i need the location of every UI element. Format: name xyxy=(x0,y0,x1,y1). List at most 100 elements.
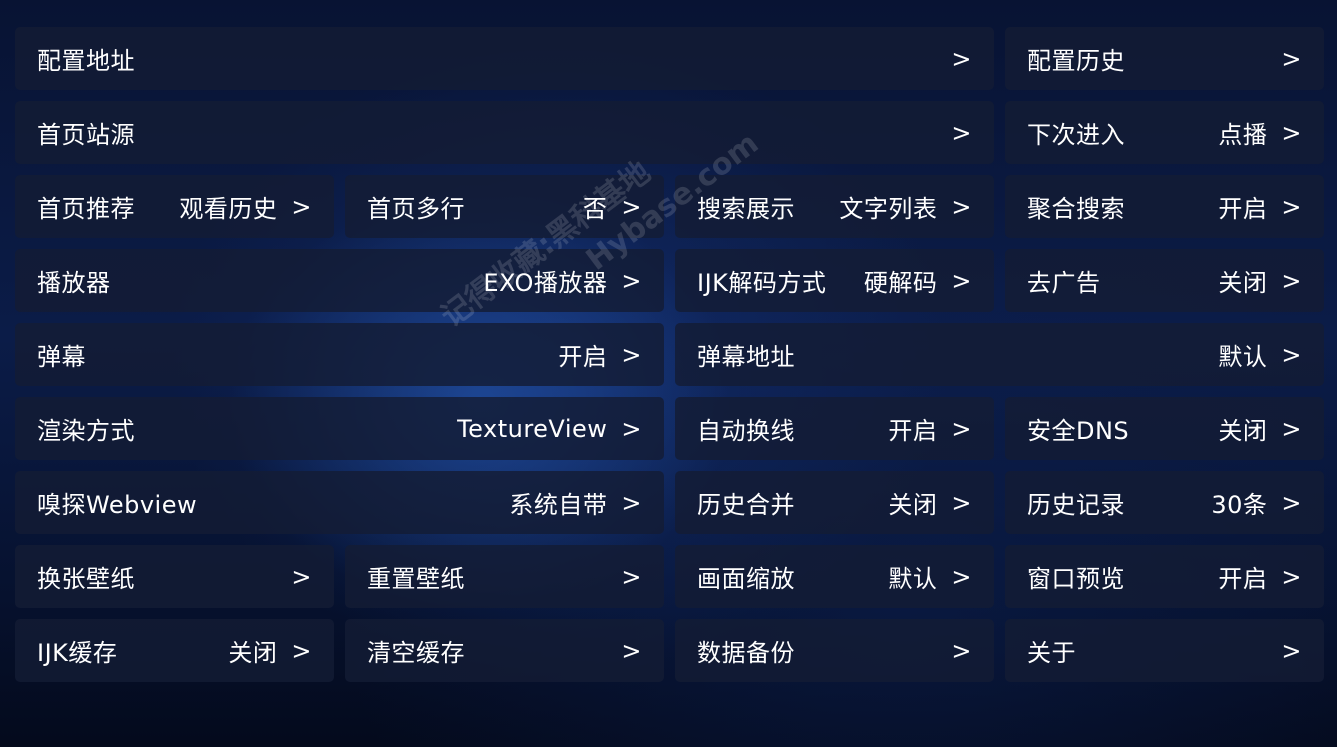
setting-reset-wallpaper[interactable]: 重置壁纸 > xyxy=(345,545,664,608)
setting-value: 默认 xyxy=(888,565,938,593)
setting-label: IJK解码方式 xyxy=(697,269,827,297)
setting-label: 播放器 xyxy=(37,269,111,297)
setting-value: 关闭 xyxy=(1218,269,1268,297)
setting-label: 聚合搜索 xyxy=(1027,195,1125,223)
setting-label: 下次进入 xyxy=(1027,121,1125,149)
setting-value: TextureView xyxy=(457,414,608,443)
setting-label: 安全DNS xyxy=(1027,417,1130,445)
setting-label: 渲染方式 xyxy=(37,417,135,445)
setting-value: 开启 xyxy=(888,417,938,445)
chevron-right-icon: > xyxy=(621,562,642,591)
chevron-right-icon: > xyxy=(951,636,972,665)
setting-value: 否 xyxy=(582,195,608,223)
setting-history-merge[interactable]: 历史合并 关闭 > xyxy=(675,471,994,534)
setting-label: 换张壁纸 xyxy=(37,565,135,593)
setting-label: 配置地址 xyxy=(37,47,135,75)
setting-value: 开启 xyxy=(558,343,608,371)
setting-label: 清空缓存 xyxy=(367,639,465,667)
setting-auto-switch-line[interactable]: 自动换线 开启 > xyxy=(675,397,994,460)
setting-label: 去广告 xyxy=(1027,269,1101,297)
chevron-right-icon: > xyxy=(1281,636,1302,665)
setting-value: 默认 xyxy=(1218,343,1268,371)
setting-label: 弹幕地址 xyxy=(697,343,795,371)
setting-change-wallpaper[interactable]: 换张壁纸 > xyxy=(15,545,334,608)
setting-label: 搜索展示 xyxy=(697,195,795,223)
setting-value: 系统自带 xyxy=(509,491,608,519)
setting-value: 关闭 xyxy=(1218,417,1268,445)
setting-home-recommend[interactable]: 首页推荐 观看历史 > xyxy=(15,175,334,238)
chevron-right-icon: > xyxy=(621,340,642,369)
setting-value: EXO播放器 xyxy=(483,269,608,297)
chevron-right-icon: > xyxy=(951,44,972,73)
setting-aggregate-search[interactable]: 聚合搜索 开启 > xyxy=(1005,175,1324,238)
setting-label: 历史记录 xyxy=(1027,491,1125,519)
setting-value: 关闭 xyxy=(228,639,278,667)
setting-danmaku-address[interactable]: 弹幕地址 默认 > xyxy=(675,323,1324,386)
chevron-right-icon: > xyxy=(621,488,642,517)
setting-label: 首页多行 xyxy=(367,195,465,223)
setting-next-entry[interactable]: 下次进入 点播 > xyxy=(1005,101,1324,164)
setting-about[interactable]: 关于 > xyxy=(1005,619,1324,682)
setting-value: 开启 xyxy=(1218,565,1268,593)
chevron-right-icon: > xyxy=(951,414,972,443)
setting-history-records[interactable]: 历史记录 30条 > xyxy=(1005,471,1324,534)
chevron-right-icon: > xyxy=(1281,118,1302,147)
chevron-right-icon: > xyxy=(1281,340,1302,369)
setting-clear-cache[interactable]: 清空缓存 > xyxy=(345,619,664,682)
setting-player[interactable]: 播放器 EXO播放器 > xyxy=(15,249,664,312)
setting-ad-block[interactable]: 去广告 关闭 > xyxy=(1005,249,1324,312)
setting-value: 开启 xyxy=(1218,195,1268,223)
setting-label: 嗅探Webview xyxy=(37,491,198,519)
setting-home-source[interactable]: 首页站源 > xyxy=(15,101,994,164)
setting-label: 数据备份 xyxy=(697,639,795,667)
chevron-right-icon: > xyxy=(291,562,312,591)
setting-value: 30条 xyxy=(1211,491,1268,519)
setting-label: IJK缓存 xyxy=(37,639,118,667)
chevron-right-icon: > xyxy=(1281,44,1302,73)
setting-window-preview[interactable]: 窗口预览 开启 > xyxy=(1005,545,1324,608)
chevron-right-icon: > xyxy=(291,636,312,665)
setting-label: 首页推荐 xyxy=(37,195,135,223)
setting-value: 观看历史 xyxy=(179,195,278,223)
setting-screen-scale[interactable]: 画面缩放 默认 > xyxy=(675,545,994,608)
chevron-right-icon: > xyxy=(621,636,642,665)
chevron-right-icon: > xyxy=(1281,562,1302,591)
setting-label: 历史合并 xyxy=(697,491,795,519)
setting-render-mode[interactable]: 渲染方式 TextureView > xyxy=(15,397,664,460)
setting-danmaku[interactable]: 弹幕 开启 > xyxy=(15,323,664,386)
setting-home-multirow[interactable]: 首页多行 否 > xyxy=(345,175,664,238)
setting-data-backup[interactable]: 数据备份 > xyxy=(675,619,994,682)
setting-value: 点播 xyxy=(1218,121,1268,149)
setting-label: 重置壁纸 xyxy=(367,565,465,593)
setting-label: 画面缩放 xyxy=(697,565,795,593)
chevron-right-icon: > xyxy=(1281,192,1302,221)
setting-ijk-cache[interactable]: IJK缓存 关闭 > xyxy=(15,619,334,682)
chevron-right-icon: > xyxy=(1281,488,1302,517)
chevron-right-icon: > xyxy=(951,488,972,517)
setting-search-display[interactable]: 搜索展示 文字列表 > xyxy=(675,175,994,238)
chevron-right-icon: > xyxy=(291,192,312,221)
setting-value: 文字列表 xyxy=(839,195,938,223)
setting-label: 窗口预览 xyxy=(1027,565,1125,593)
chevron-right-icon: > xyxy=(1281,414,1302,443)
chevron-right-icon: > xyxy=(621,266,642,295)
setting-config-history[interactable]: 配置历史 > xyxy=(1005,27,1324,90)
chevron-right-icon: > xyxy=(621,414,642,443)
chevron-right-icon: > xyxy=(951,562,972,591)
setting-sniff-webview[interactable]: 嗅探Webview 系统自带 > xyxy=(15,471,664,534)
chevron-right-icon: > xyxy=(621,192,642,221)
setting-ijk-decode[interactable]: IJK解码方式 硬解码 > xyxy=(675,249,994,312)
setting-label: 配置历史 xyxy=(1027,47,1125,75)
settings-grid: 配置地址 > 配置历史 > 首页站源 > 下次进入 点播 > 首页推荐 观看历史 > 首页多行 否 > 搜索展… xyxy=(15,27,1325,682)
setting-value: 硬解码 xyxy=(863,269,938,297)
setting-label: 首页站源 xyxy=(37,121,135,149)
chevron-right-icon: > xyxy=(951,118,972,147)
setting-config-address[interactable]: 配置地址 > xyxy=(15,27,994,90)
setting-label: 关于 xyxy=(1027,639,1076,667)
chevron-right-icon: > xyxy=(951,192,972,221)
setting-label: 自动换线 xyxy=(697,417,795,445)
chevron-right-icon: > xyxy=(951,266,972,295)
chevron-right-icon: > xyxy=(1281,266,1302,295)
setting-value: 关闭 xyxy=(888,491,938,519)
setting-secure-dns[interactable]: 安全DNS 关闭 > xyxy=(1005,397,1324,460)
